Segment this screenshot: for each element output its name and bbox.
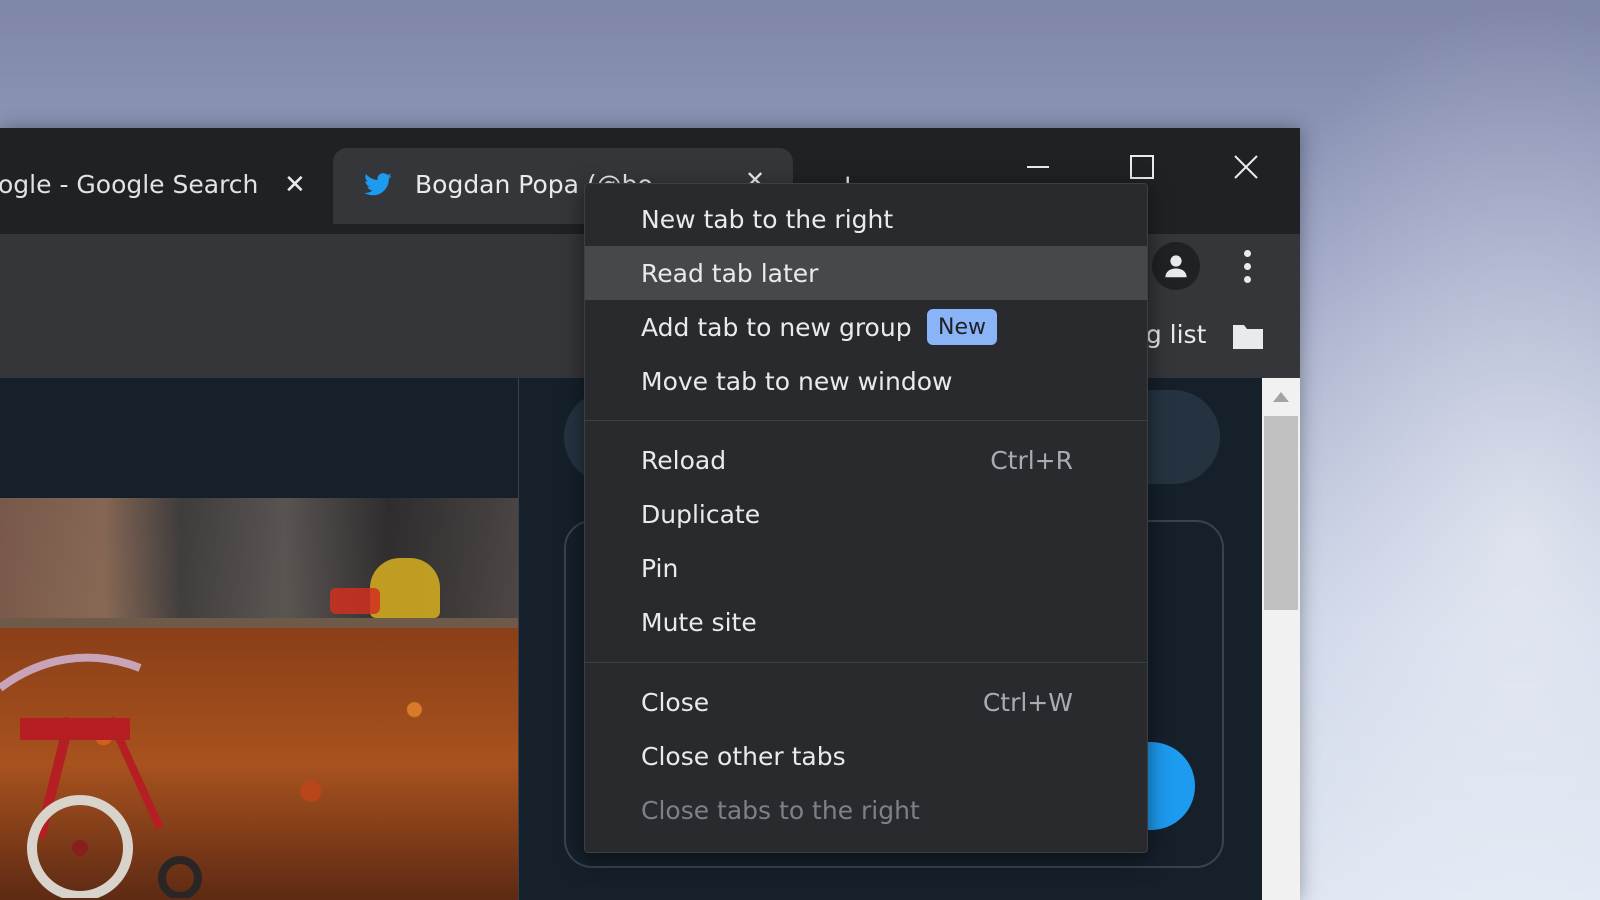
menu-item-mute-site[interactable]: Mute site	[585, 595, 1147, 649]
scrollbar[interactable]	[1262, 378, 1300, 900]
menu-separator	[585, 662, 1147, 663]
scroll-up-icon[interactable]	[1273, 392, 1289, 402]
menu-item-shortcut: Ctrl+W	[982, 687, 1073, 717]
tab-google-search[interactable]: ogle - Google Search ✕	[0, 148, 330, 224]
menu-item-close-other-tabs[interactable]: Close other tabs	[585, 729, 1147, 783]
profile-avatar-icon[interactable]	[1152, 242, 1200, 290]
menu-separator	[585, 420, 1147, 421]
menu-item-close-tabs-right: Close tabs to the right	[585, 783, 1147, 837]
menu-item-pin[interactable]: Pin	[585, 541, 1147, 595]
menu-item-label: Duplicate	[641, 499, 761, 529]
menu-item-label: Close other tabs	[641, 741, 846, 771]
left-pane	[0, 378, 519, 900]
menu-item-label: Close tabs to the right	[641, 795, 920, 825]
tab-close-icon[interactable]: ✕	[284, 170, 306, 200]
menu-item-label: Close	[641, 687, 710, 717]
tab-title: ogle - Google Search	[0, 170, 259, 199]
menu-item-label: Pin	[641, 553, 679, 583]
toy-car-image	[370, 558, 440, 618]
menu-item-reload[interactable]: Reload Ctrl+R	[585, 433, 1147, 487]
menu-item-label: New tab to the right	[641, 204, 894, 234]
menu-item-close[interactable]: Close Ctrl+W	[585, 675, 1147, 729]
three-dot-menu-icon[interactable]	[1232, 246, 1262, 286]
menu-item-duplicate[interactable]: Duplicate	[585, 487, 1147, 541]
menu-item-read-later[interactable]: Read tab later	[585, 246, 1147, 300]
new-badge: New	[927, 309, 997, 345]
close-icon[interactable]	[1216, 142, 1276, 192]
photo-image	[0, 498, 518, 900]
menu-item-label: Move tab to new window	[641, 366, 953, 396]
menu-item-shortcut: Ctrl+R	[990, 445, 1073, 475]
menu-item-label: Read tab later	[641, 258, 819, 288]
menu-item-label: Add tab to new group	[641, 312, 912, 342]
scroll-thumb[interactable]	[1264, 416, 1298, 610]
folder-icon	[1233, 325, 1263, 349]
menu-item-add-to-group[interactable]: Add tab to new group New	[585, 300, 1147, 354]
menu-item-label: Mute site	[641, 607, 757, 637]
menu-item-new-tab-right[interactable]: New tab to the right	[585, 192, 1147, 246]
menu-item-label: Reload	[641, 445, 727, 475]
menu-item-move-to-window[interactable]: Move tab to new window	[585, 354, 1147, 408]
tricycle-image	[0, 653, 202, 898]
twitter-bird-icon	[364, 173, 392, 196]
tab-context-menu: New tab to the right Read tab later Add …	[584, 183, 1148, 853]
